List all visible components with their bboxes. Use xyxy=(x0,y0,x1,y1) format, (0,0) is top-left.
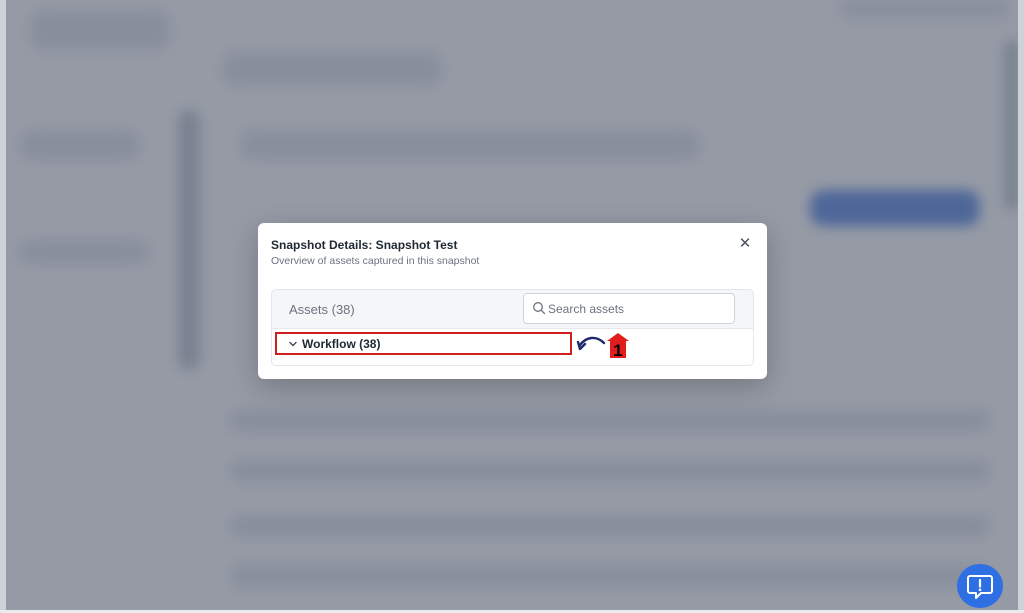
feedback-button[interactable] xyxy=(957,564,1003,608)
modal-subtitle: Overview of assets captured in this snap… xyxy=(271,255,480,267)
feedback-icon xyxy=(967,575,993,599)
assets-header: Assets (38) xyxy=(272,290,753,329)
frame-right-edge xyxy=(1018,0,1024,610)
workflow-group-label[interactable]: Workflow (38) xyxy=(302,337,380,351)
snapshot-details-modal: Snapshot Details: Snapshot Test Overview… xyxy=(258,223,767,379)
step-number: 1 xyxy=(613,341,622,360)
frame-left-edge xyxy=(0,0,6,610)
assets-panel: Assets (38) Workflow (38) xyxy=(271,289,754,366)
close-button[interactable]: ✕ xyxy=(737,236,753,252)
search-input[interactable] xyxy=(548,294,728,323)
search-icon xyxy=(533,302,546,315)
modal-title: Snapshot Details: Snapshot Test xyxy=(271,238,458,252)
close-icon: ✕ xyxy=(738,235,752,252)
search-box[interactable] xyxy=(523,293,735,324)
step-annotation-arrow: 1 xyxy=(576,333,629,360)
assets-title: Assets (38) xyxy=(289,302,355,317)
chevron-down-icon[interactable] xyxy=(288,339,298,349)
asset-group-workflow[interactable]: Workflow (38) xyxy=(272,329,753,365)
